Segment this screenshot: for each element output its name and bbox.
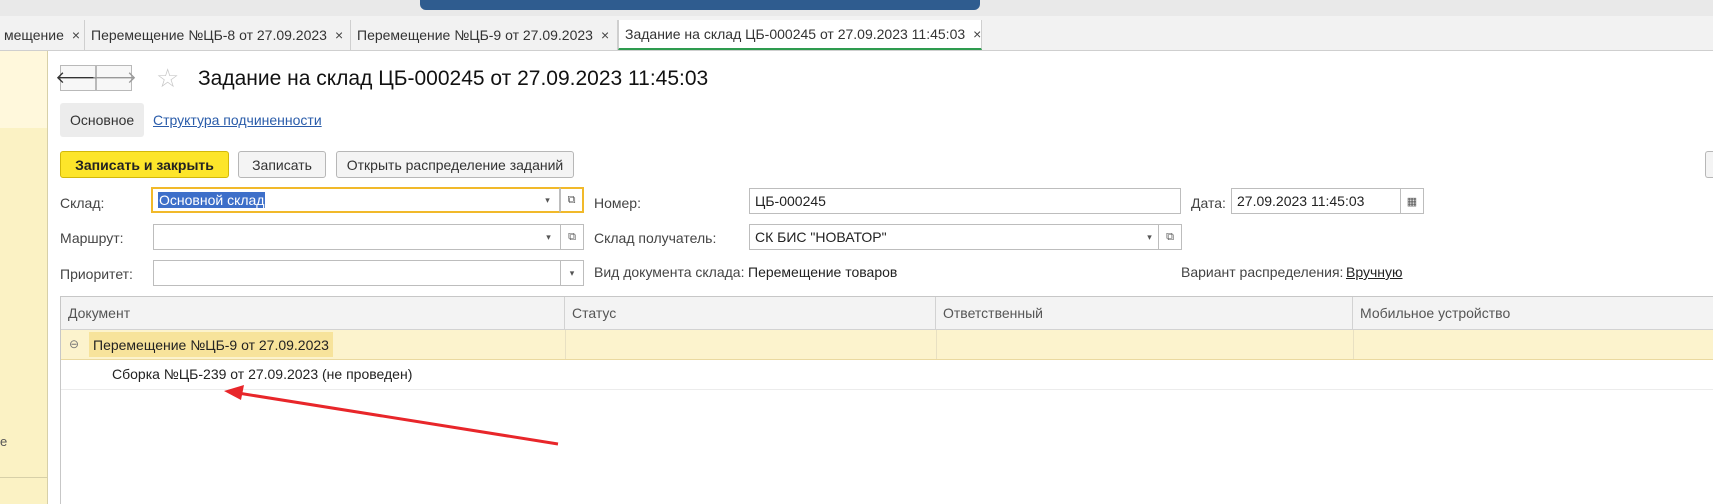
- annotation-arrow: [224, 385, 559, 446]
- annotation-arrow-head: [224, 385, 244, 400]
- annotation-arrow-line: [237, 391, 559, 446]
